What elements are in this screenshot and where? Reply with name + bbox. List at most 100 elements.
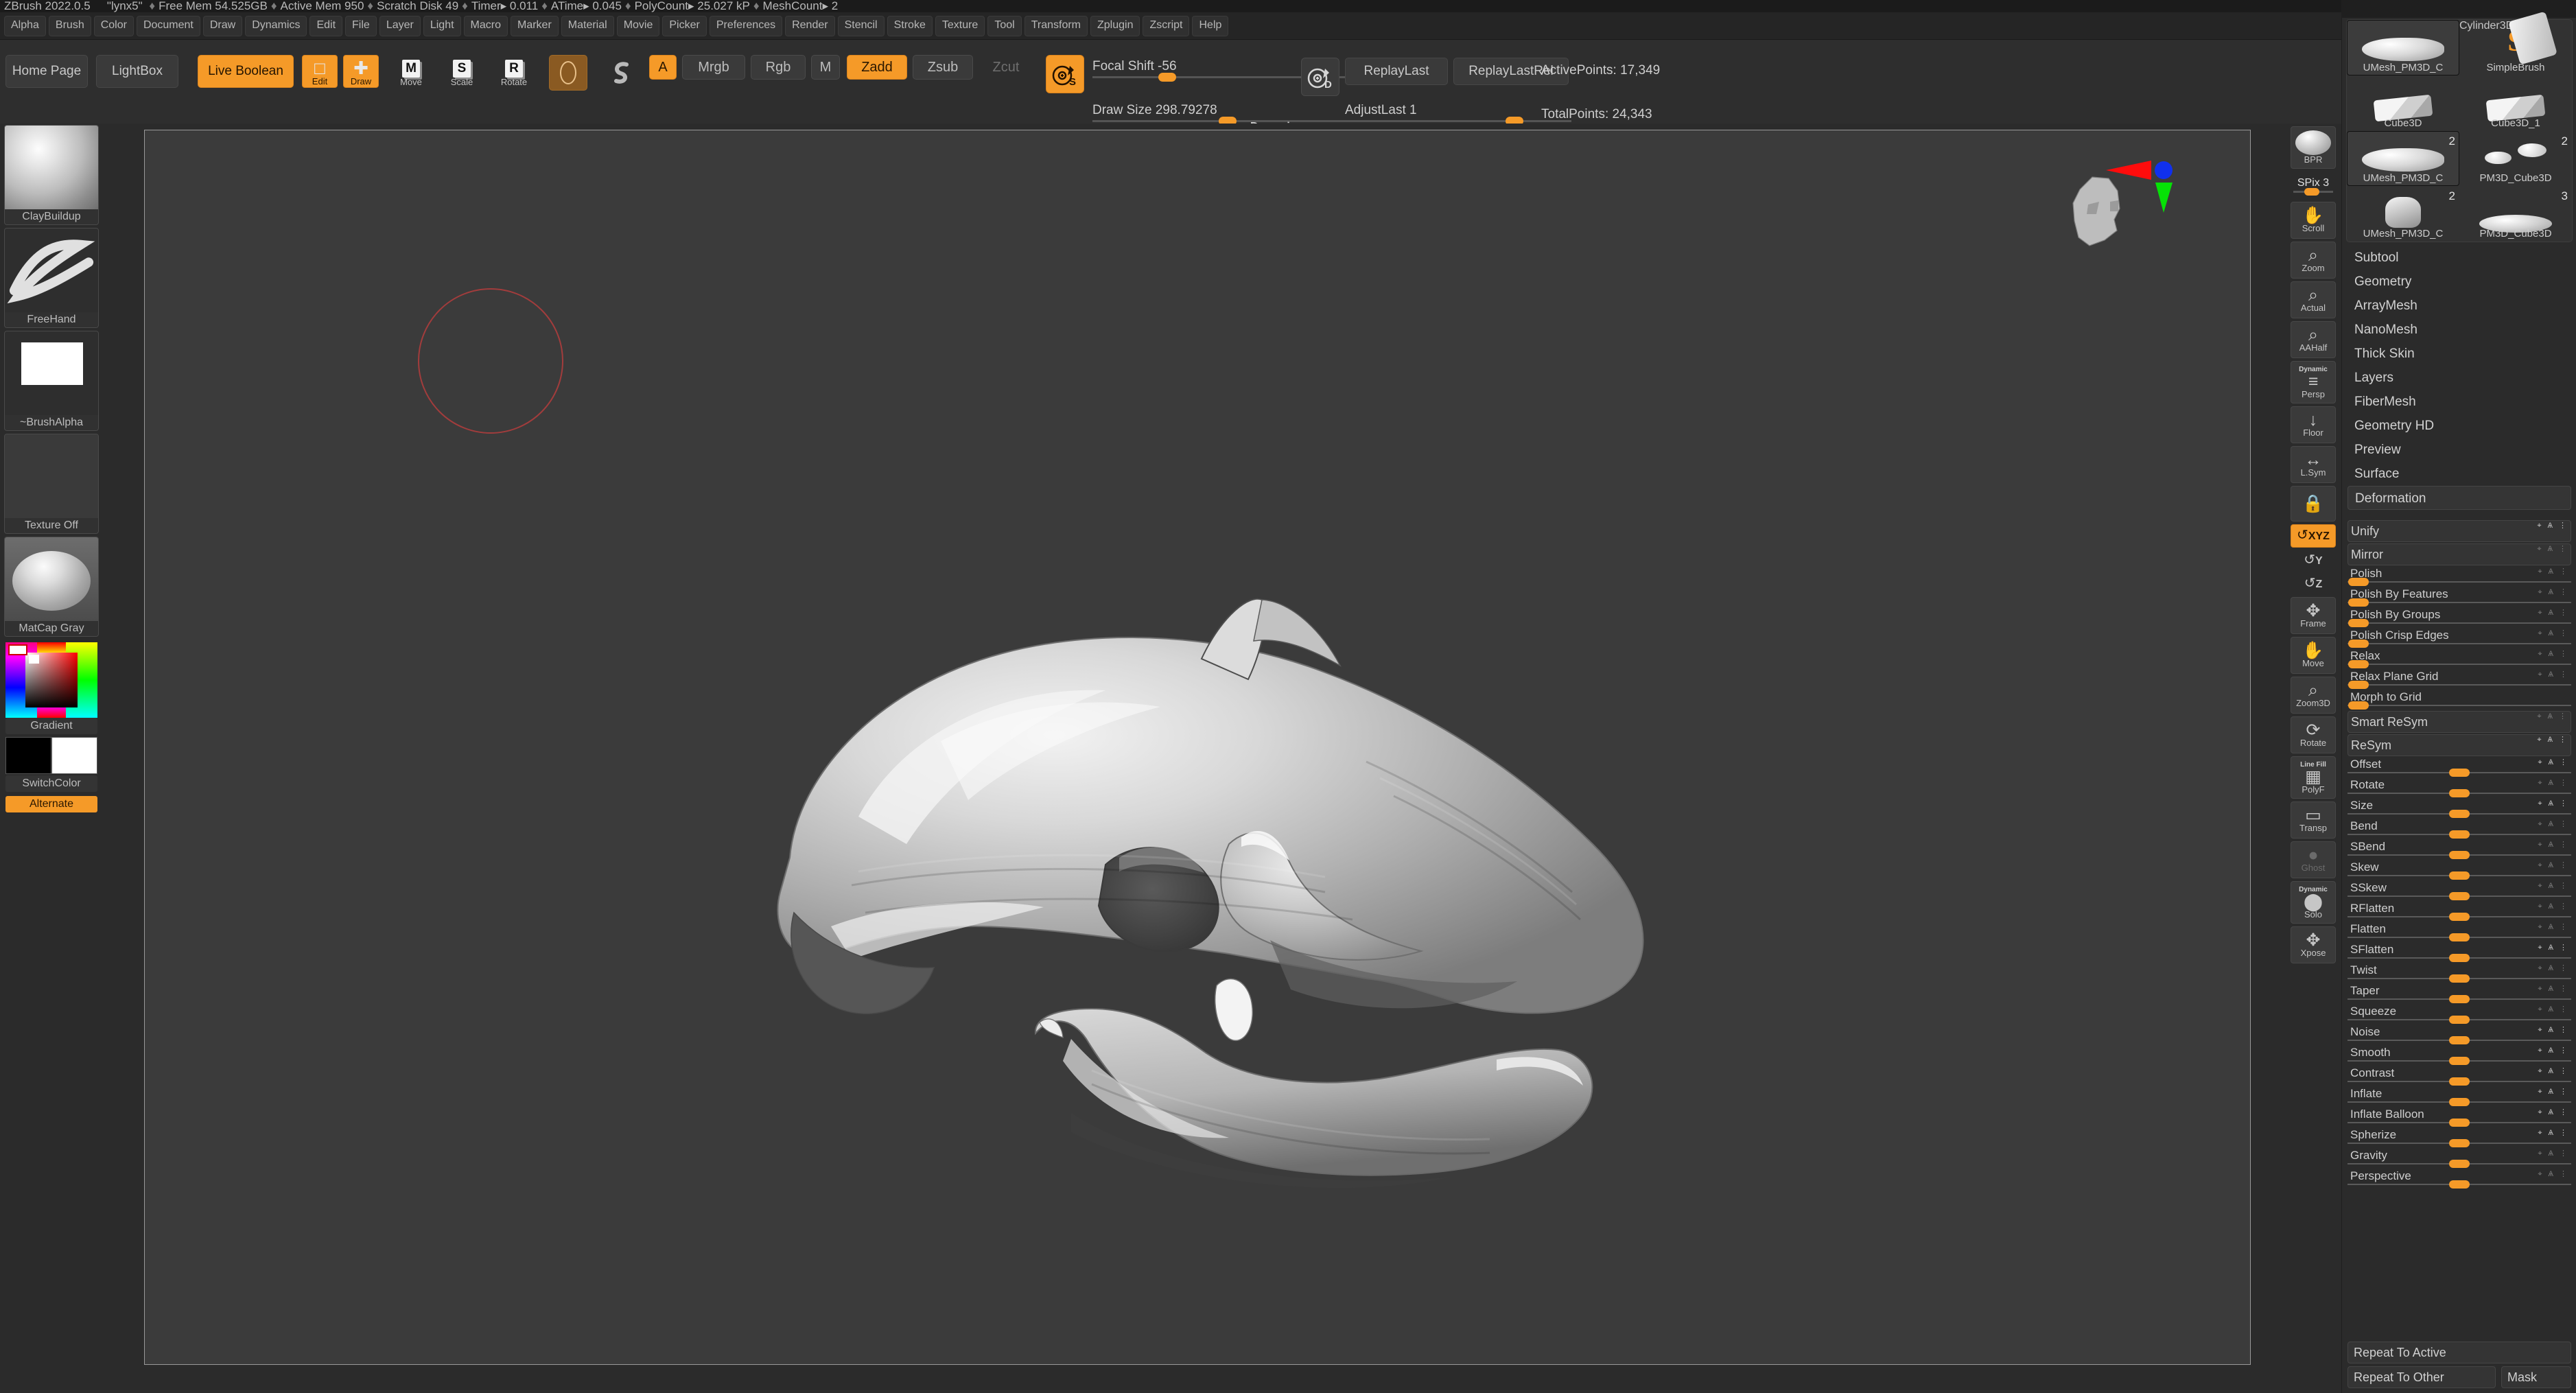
deform-slider-knob[interactable] [2449, 1180, 2470, 1189]
deform-row-icons[interactable]: ⌖ Ѧ ⋮ [2538, 819, 2569, 829]
document-canvas[interactable] [144, 130, 2251, 1365]
menu-help[interactable]: Help [1192, 15, 1229, 36]
deform-slider-knob[interactable] [2449, 933, 2470, 941]
adjust-last-slider[interactable]: AdjustLast 1 [1345, 103, 1571, 126]
rtool-persp[interactable]: Dynamic ≡ Persp [2291, 361, 2336, 403]
edit-button[interactable]: □ Edit [302, 55, 338, 88]
deform-slider-track[interactable] [2347, 871, 2571, 880]
draw-size-slider[interactable]: Draw Size 298.79278 [1092, 103, 1367, 126]
deform-resym[interactable]: ReSym ⌖ Ѧ ⋮ [2347, 734, 2571, 756]
deform-sflatten[interactable]: SFlatten ⌖ Ѧ ⋮ [2347, 943, 2571, 962]
zcut-button[interactable]: Zcut [979, 55, 1033, 80]
rtool-lock[interactable]: 🔒 [2291, 486, 2336, 522]
deform-size[interactable]: Size ⌖ Ѧ ⋮ [2347, 799, 2571, 818]
section-geometry-hd[interactable]: Geometry HD [2354, 414, 2564, 438]
rotate-button[interactable]: R Rotate [494, 55, 534, 88]
deform-smooth[interactable]: Smooth ⌖ Ѧ ⋮ [2347, 1046, 2571, 1065]
section-preview[interactable]: Preview [2354, 438, 2564, 462]
deform-slider-knob[interactable] [2449, 1119, 2470, 1127]
secondary-color-swatch[interactable] [51, 737, 97, 774]
deform-row-icons[interactable]: ⌖ Ѧ ⋮ [2537, 521, 2568, 530]
tool-cell-umesh-pm3d-c[interactable]: 2 UMesh_PM3D_C [2347, 130, 2459, 187]
tool-thumbnail-grid[interactable]: UMesh_PM3D_CSSimpleBrushCube3DCube3D_12U… [2346, 11, 2573, 242]
brush-slot[interactable]: ClayBuildup [4, 125, 99, 225]
repeat-to-active-button[interactable]: Repeat To Active [2347, 1342, 2571, 1363]
deform-polish-by-features[interactable]: Polish By Features ⌖ Ѧ ⋮ [2347, 587, 2571, 607]
deform-slider-track[interactable] [2347, 598, 2571, 607]
tool-cell-pm3d-cube3d[interactable]: 3 PM3D_Cube3D [2459, 186, 2572, 242]
deform-slider-knob[interactable] [2449, 789, 2470, 797]
deform-gravity[interactable]: Gravity ⌖ Ѧ ⋮ [2347, 1149, 2571, 1168]
deform-taper[interactable]: Taper ⌖ Ѧ ⋮ [2347, 984, 2571, 1003]
deform-slider-track[interactable] [2347, 1139, 2571, 1147]
menu-layer[interactable]: Layer [379, 15, 421, 36]
deform-mirror[interactable]: Mirror ⌖ Ѧ ⋮ [2347, 543, 2571, 565]
lightbox-button[interactable]: LightBox [96, 55, 178, 88]
deform-row-icons[interactable]: ⌖ Ѧ ⋮ [2538, 861, 2569, 870]
deform-slider-track[interactable] [2347, 769, 2571, 777]
deform-polish-crisp-edges[interactable]: Polish Crisp Edges ⌖ Ѧ ⋮ [2347, 629, 2571, 648]
deform-slider-track[interactable] [2347, 913, 2571, 921]
menu-file[interactable]: File [345, 15, 377, 36]
deform-slider-knob[interactable] [2449, 810, 2470, 818]
live-boolean-button[interactable]: Live Boolean [198, 55, 294, 88]
deform-slider-knob[interactable] [2348, 619, 2369, 627]
deform-row-icons[interactable]: ⌖ Ѧ ⋮ [2538, 1046, 2569, 1055]
deform-slider-knob[interactable] [2449, 1139, 2470, 1147]
deform-polish[interactable]: Polish ⌖ Ѧ ⋮ [2347, 567, 2571, 586]
gradient-button[interactable]: Gradient [5, 718, 97, 734]
section-surface[interactable]: Surface [2354, 462, 2564, 486]
deform-squeeze[interactable]: Squeeze ⌖ Ѧ ⋮ [2347, 1005, 2571, 1024]
deform-slider-track[interactable] [2347, 1119, 2571, 1127]
tool-cell-cylinder3d[interactable]: Cylinder3D [2459, 11, 2572, 65]
deform-row-icons[interactable]: ⌖ Ѧ ⋮ [2538, 840, 2569, 850]
rtool-transp[interactable]: ▭ Transp [2291, 801, 2336, 839]
menu-brush[interactable]: Brush [48, 15, 91, 36]
deform-spherize[interactable]: Spherize ⌖ Ѧ ⋮ [2347, 1128, 2571, 1147]
deform-slider-track[interactable] [2347, 933, 2571, 941]
move-button[interactable]: M Move [393, 55, 430, 88]
deform-row-icons[interactable]: ⌖ Ѧ ⋮ [2538, 963, 2569, 973]
deform-row-icons[interactable]: ⌖ Ѧ ⋮ [2538, 922, 2569, 932]
deform-slider-knob[interactable] [2348, 701, 2369, 710]
alpha-toggle-button[interactable]: A [649, 55, 677, 80]
menu-light[interactable]: Light [423, 15, 461, 36]
deform-slider-track[interactable] [2347, 1036, 2571, 1044]
deform-slider-knob[interactable] [2449, 974, 2470, 983]
repeat-to-other-button[interactable]: Repeat To Other [2347, 1366, 2496, 1388]
color-picker[interactable] [5, 642, 97, 718]
rtool-floor[interactable]: ↓ Floor [2291, 406, 2336, 443]
deform-row-icons[interactable]: ⌖ Ѧ ⋮ [2538, 1149, 2569, 1158]
deform-row-icons[interactable]: ⌖ Ѧ ⋮ [2538, 608, 2569, 618]
deform-row-icons[interactable]: ⌖ Ѧ ⋮ [2538, 1108, 2569, 1117]
rtool-z[interactable]: ↺Z [2291, 574, 2336, 594]
deform-row-icons[interactable]: ⌖ Ѧ ⋮ [2537, 735, 2568, 745]
tool-cell-cube3d[interactable]: Cube3D [2347, 75, 2459, 131]
deform-slider-track[interactable] [2347, 789, 2571, 797]
deform-slider-track[interactable] [2347, 619, 2571, 627]
deform-row-icons[interactable]: ⌖ Ѧ ⋮ [2538, 1025, 2569, 1035]
rtool-move[interactable]: ✋ Move [2291, 637, 2336, 674]
deform-slider-track[interactable] [2347, 660, 2571, 668]
deform-morph-to-grid[interactable]: Morph to Grid [2347, 690, 2571, 710]
deform-row-icons[interactable]: ⌖ Ѧ ⋮ [2538, 1087, 2569, 1097]
menu-picker[interactable]: Picker [662, 15, 707, 36]
menu-draw[interactable]: Draw [202, 15, 243, 36]
deform-slider-track[interactable] [2347, 640, 2571, 648]
deform-slider-track[interactable] [2347, 1098, 2571, 1106]
deform-inflate-balloon[interactable]: Inflate Balloon ⌖ Ѧ ⋮ [2347, 1108, 2571, 1127]
deform-row-icons[interactable]: ⌖ Ѧ ⋮ [2538, 670, 2569, 679]
deform-slider-track[interactable] [2347, 578, 2571, 586]
rtool-rotate[interactable]: ⟳ Rotate [2291, 716, 2336, 753]
deform-slider-knob[interactable] [2449, 1160, 2470, 1168]
sculpt-model[interactable] [749, 570, 1709, 1221]
color-swatches[interactable] [5, 737, 97, 774]
texture-slot[interactable]: Texture Off [4, 434, 99, 534]
menu-marker[interactable]: Marker [511, 15, 559, 36]
deform-sbend[interactable]: SBend ⌖ Ѧ ⋮ [2347, 840, 2571, 859]
deform-slider-knob[interactable] [2449, 913, 2470, 921]
section-arraymesh[interactable]: ArrayMesh [2354, 294, 2564, 318]
deform-offset[interactable]: Offset ⌖ Ѧ ⋮ [2347, 758, 2571, 777]
canvas-area[interactable] [103, 124, 2285, 1393]
deform-row-icons[interactable]: ⌖ Ѧ ⋮ [2537, 544, 2568, 554]
